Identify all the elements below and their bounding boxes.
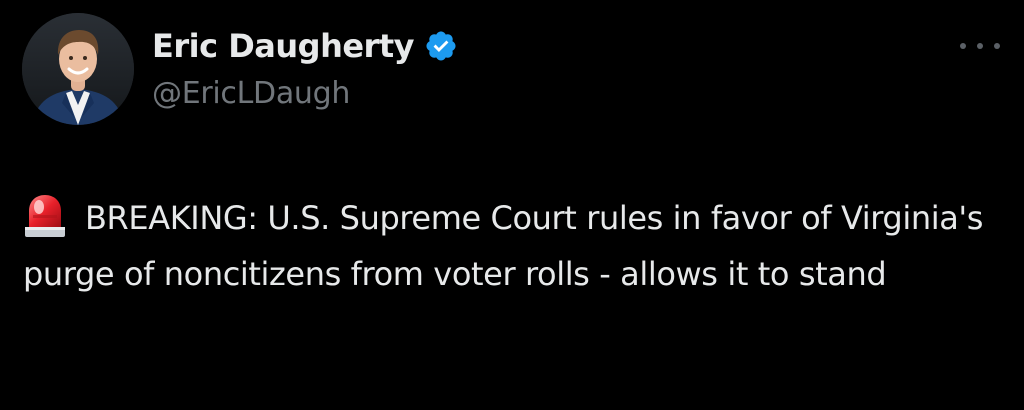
author-block: Eric Daugherty @EricLDaugh [152, 24, 458, 111]
dot [994, 43, 1000, 49]
police-siren-emoji-icon [23, 191, 67, 239]
tweet-card: Eric Daugherty @EricLDaugh BREAKING: U.S… [0, 0, 1024, 410]
author-display-name[interactable]: Eric Daugherty [152, 27, 414, 65]
verified-badge-icon[interactable] [424, 29, 458, 63]
tweet-body: BREAKING: U.S. Supreme Court rules in fa… [23, 190, 1013, 302]
author-handle[interactable]: @EricLDaugh [152, 76, 458, 111]
tweet-text: BREAKING: U.S. Supreme Court rules in fa… [23, 199, 984, 293]
more-options-icon[interactable] [960, 34, 1000, 58]
dot [977, 43, 983, 49]
dot [960, 43, 966, 49]
name-row: Eric Daugherty [152, 24, 458, 68]
author-avatar[interactable] [22, 13, 134, 125]
